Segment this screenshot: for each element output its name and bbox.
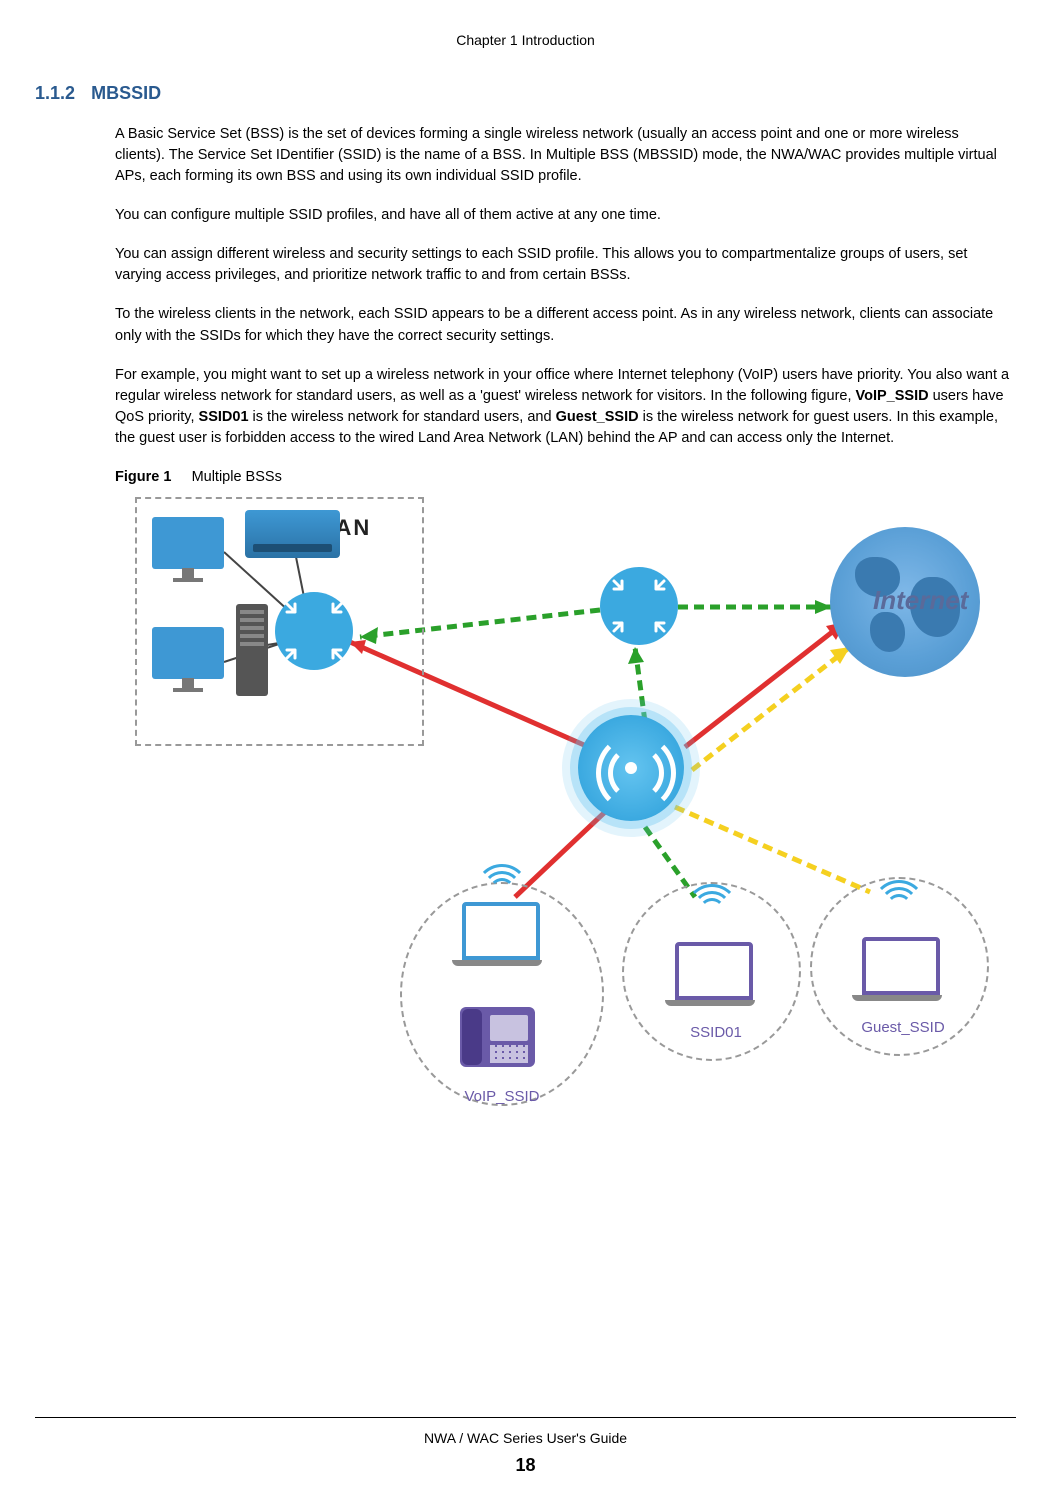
section-number: 1.1.2 [35, 83, 75, 103]
server-icon [236, 604, 268, 696]
paragraph-2: You can configure multiple SSID profiles… [115, 205, 1011, 226]
wifi-icon [478, 864, 526, 904]
figure-diagram: LAN [110, 492, 980, 1112]
internet-label: Internet [873, 582, 968, 620]
laptop-icon [862, 937, 942, 1001]
paragraph-3: You can assign different wireless and se… [115, 244, 1011, 286]
voip-ssid-label: VoIP_SSID [452, 1086, 552, 1108]
figure-prefix: Figure 1 [115, 469, 171, 485]
p5-text-d: is the wireless network for standard use… [249, 409, 556, 425]
p5-bold-ssid01: SSID01 [199, 409, 249, 425]
figure-caption-text: Multiple BSSs [192, 469, 282, 485]
section-heading: 1.1.2 MBSSID [35, 80, 1016, 106]
lan-node-icon [275, 592, 353, 670]
page-footer: NWA / WAC Series User's Guide 18 [0, 1417, 1051, 1478]
ssid01-label: SSID01 [686, 1022, 746, 1044]
chapter-header: Chapter 1 Introduction [35, 30, 1016, 50]
laptop-icon [462, 902, 542, 966]
paragraph-4: To the wireless clients in the network, … [115, 304, 1011, 346]
guest-ssid-label: Guest_SSID [858, 1017, 948, 1039]
section-title: MBSSID [91, 83, 161, 103]
switch-icon [245, 510, 340, 558]
wifi-icon [875, 880, 923, 920]
monitor-icon [152, 627, 224, 692]
monitor-icon [152, 517, 224, 582]
firewall-node-icon [600, 567, 678, 645]
p5-bold-voip: VoIP_SSID [856, 388, 929, 404]
paragraph-1: A Basic Service Set (BSS) is the set of … [115, 124, 1011, 187]
p5-bold-guest: Guest_SSID [556, 409, 639, 425]
paragraph-5: For example, you might want to set up a … [115, 365, 1011, 449]
body-content: A Basic Service Set (BSS) is the set of … [35, 124, 1016, 1111]
figure-caption: Figure 1 Multiple BSSs [115, 467, 1011, 488]
page-number: 18 [0, 1452, 1051, 1478]
wifi-icon [688, 884, 736, 924]
voip-phone-icon [460, 987, 535, 1067]
footer-guide-title: NWA / WAC Series User's Guide [0, 1428, 1051, 1448]
laptop-icon [675, 942, 755, 1006]
access-point-icon [578, 715, 684, 821]
